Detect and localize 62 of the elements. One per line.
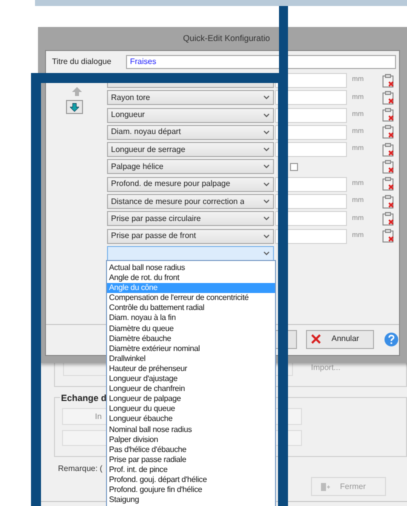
delete-icon[interactable] [382,90,395,105]
delete-icon[interactable] [382,142,395,157]
chevron-icon [263,164,270,170]
dropdown-option[interactable]: Prise par passe radiale [107,454,275,465]
chevron-icon [263,234,270,239]
parameter-dropdown[interactable]: Prise par passe circulaire [107,211,274,226]
dropdown-option[interactable]: Nominal ball nose radius [107,424,275,435]
dropdown-option[interactable]: Diamètre ébauche [107,334,275,344]
chevron-icon [263,182,270,187]
parameter-dropdown[interactable]: Longueur [107,108,274,123]
dropdown-option[interactable]: Longueur ébauche [107,414,275,424]
checkbox[interactable] [290,162,298,171]
field-label: Titre du dialogue [52,56,112,68]
delete-icon[interactable] [382,125,395,140]
door-icon [320,482,330,492]
chevron-icon [263,112,270,118]
close-icon [311,334,322,344]
dropdown-option[interactable]: Profond. goujure fin d'hélice [107,485,275,496]
dropdown-option[interactable]: Longueur de palpage [107,394,275,404]
dropdown-option[interactable]: Diamètre du queue [107,324,275,334]
remark-text: Remarque: ( [58,463,102,475]
delete-icon[interactable] [382,229,395,244]
delete-icon[interactable] [382,212,395,226]
window-title: Quick-Edit Konfiguratio [183,32,270,45]
parameter-dropdown[interactable]: Rayon tore [107,90,274,106]
delete-icon[interactable] [382,194,395,209]
dropdown-option[interactable]: Longueur du queue [107,404,275,414]
parameter-dropdown[interactable]: Prise par passe de front [107,228,274,244]
parameter-dropdown[interactable]: Profond. de mesure pour palpage [107,176,274,192]
dropdown-option[interactable]: Actual ball nose radius [107,263,275,274]
cancel-button[interactable]: Annular [306,330,374,348]
delete-icon[interactable] [382,108,395,122]
delete-icon[interactable] [382,177,395,192]
dropdown-option[interactable]: Diam. noyau à la fin [107,313,275,324]
dropdown-option[interactable]: Staigung [107,495,275,506]
chevron-icon [263,199,270,204]
delete-icon[interactable] [382,160,395,174]
title-field[interactable]: Fraises [126,55,396,69]
dropdown-option[interactable]: Diamètre extérieur nominal [107,344,275,354]
dropdown-option[interactable]: Angle de rot. du front [107,273,275,284]
dropdown-option[interactable]: Longueur d'ajustage [107,374,275,384]
chevron-icon [263,216,270,222]
chevron-icon [263,147,270,152]
delete-icon[interactable] [382,74,395,88]
dropdown-option[interactable]: Prof. int. de pince [107,464,275,475]
down-arrow-icon [70,102,78,112]
dropdown-option[interactable]: Profond. gouj. départ d'hélice [107,474,275,486]
parameter-dropdown[interactable]: Palpage hélice [107,159,274,174]
dropdown-option[interactable]: Longueur de chanfrein [107,384,275,394]
dropdown-option[interactable]: Drallwinkel [107,354,275,364]
dropdown-option[interactable]: Contrôle du battement radial [107,303,275,314]
move-down-button[interactable] [66,100,82,114]
help-icon[interactable] [384,332,399,346]
parameter-dropdown[interactable]: Longueur de serrage [107,142,274,158]
chevron-icon [263,250,270,256]
group-title: Echange d [60,392,108,406]
chevron-icon [263,95,270,100]
parameter-dropdown[interactable]: Distance de mesure pour correction a [107,194,274,210]
chevron-icon [263,130,270,135]
dropdown-option[interactable]: Compensation de l'erreur de concentricité [107,293,275,304]
parameter-dropdown[interactable]: Diam. noyau départ [107,124,274,140]
dropdown-option[interactable]: Pas d'hélice d'ébauche [107,444,275,455]
